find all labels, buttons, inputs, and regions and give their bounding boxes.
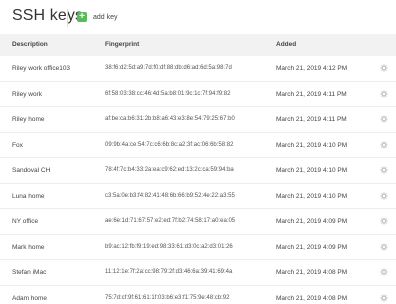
gear-icon[interactable] [380, 115, 388, 123]
table-row[interactable]: Sandoval CH 78:4f:7c:b4:33:2a:ea:c9:62:ed… [0, 158, 396, 184]
gear-icon[interactable] [380, 89, 388, 98]
key-added-date: March 21, 2019 4:09 PM [276, 243, 348, 251]
key-fingerprint: af:be:ca:b6:31:2b:b8:a6:43:e3:8e:54:79:2… [105, 116, 235, 122]
table-header: Description Fingerprint Added [0, 34, 396, 56]
key-description: Adam home [12, 294, 48, 302]
gear-icon[interactable] [380, 242, 388, 251]
table-row[interactable]: Luna home c3:5a:0e:b3:f4:82:41:48:6b:66:b… [0, 184, 396, 209]
key-description: Sandoval CH [12, 167, 51, 174]
table-row[interactable]: Riley home af:be:ca:b6:31:2b:b8:a6:43:e3:… [0, 107, 396, 133]
gear-icon[interactable] [380, 191, 388, 200]
key-fingerprint: 75:7d:cf:9f:61:61:1f:03:b6:e3:f1:75:9e:4… [105, 294, 230, 301]
key-added-date: March 21, 2019 4:08 PM [276, 294, 348, 302]
page-title: SSH keys [12, 7, 84, 24]
key-description: Riley work [12, 90, 42, 98]
key-added-date: March 21, 2019 4:12 PM [276, 65, 348, 72]
gear-icon[interactable] [380, 166, 388, 174]
column-header-fingerprint: Fingerprint [105, 41, 140, 48]
page-header: SSH keys + add key [0, 0, 396, 34]
key-description: Stefan iMac [12, 269, 47, 276]
key-fingerprint: 09:9b:4a:ce:54:7c:c6:6b:8c:a2:3f:ac:06:6… [105, 141, 234, 148]
key-fingerprint: 6f:58:03:38:cc:46:4d:5a:b8:01:9c:1c:7f:9… [105, 90, 231, 97]
add-key-label: add key [93, 13, 118, 21]
gear-icon[interactable] [380, 217, 388, 225]
key-description: NY office [12, 218, 39, 225]
table-row[interactable]: Stefan iMac 11:12:1e:7f:2a:cc:98:79:2f:d3… [0, 260, 396, 286]
key-fingerprint: 38:f6:d2:5d:a9:7d:f0:df:88:db:d6:ad:6d:5… [105, 65, 232, 71]
table-row[interactable]: Riley work office103 38:f6:d2:5d:a9:7d:f0… [0, 56, 396, 82]
table-row[interactable]: Fox 09:9b:4a:ce:54:7c:c6:6b:8c:a2:3f:ac:0… [0, 133, 396, 158]
key-fingerprint: ae:6e:1d:71:67:57:e2:ed:7f:b2:74:58:17:a… [105, 218, 236, 224]
key-fingerprint: 11:12:1e:7f:2a:cc:98:79:2f:d3:46:6a:39:4… [105, 269, 233, 275]
key-description: Luna home [12, 192, 45, 200]
key-description: Riley home [12, 116, 45, 123]
gear-icon[interactable] [380, 64, 388, 72]
plus-icon: + [77, 12, 87, 22]
column-header-added: Added [276, 41, 297, 48]
ssh-keys-list: Riley work office103 38:f6:d2:5d:a9:7d:f0… [0, 56, 396, 304]
key-added-date: March 21, 2019 4:10 PM [276, 192, 348, 200]
key-description: Fox [12, 141, 23, 149]
key-added-date: March 21, 2019 4:10 PM [276, 167, 348, 174]
table-row[interactable]: Mark home b9:ac:12:fb:f9:19:ed:98:33:61:d… [0, 235, 396, 260]
gear-icon[interactable] [380, 293, 388, 302]
key-added-date: March 21, 2019 4:11 PM [276, 116, 347, 123]
key-description: Riley work office103 [12, 65, 71, 72]
key-added-date: March 21, 2019 4:09 PM [276, 218, 348, 225]
key-added-date: March 21, 2019 4:08 PM [276, 269, 348, 276]
key-fingerprint: b9:ac:12:fb:f9:19:ed:98:33:61:d3:0c:a2:d… [105, 243, 233, 250]
add-key-button[interactable]: + add key [77, 11, 118, 23]
table-row[interactable]: Riley work 6f:58:03:38:cc:46:4d:5a:b8:01:… [0, 82, 396, 107]
table-row[interactable]: Adam home 75:7d:cf:9f:61:61:1f:03:b6:e3:f… [0, 286, 396, 304]
key-fingerprint: 78:4f:7c:b4:33:2a:ea:c9:62:ed:13:2c:ca:5… [105, 167, 234, 173]
gear-icon[interactable] [380, 140, 388, 149]
key-description: Mark home [12, 243, 45, 251]
key-added-date: March 21, 2019 4:11 PM [276, 90, 347, 98]
column-header-description: Description [12, 41, 48, 48]
table-row[interactable]: NY office ae:6e:1d:71:67:57:e2:ed:7f:b2:7… [0, 209, 396, 235]
gear-icon[interactable] [380, 268, 388, 276]
key-added-date: March 21, 2019 4:10 PM [276, 141, 348, 149]
key-fingerprint: c3:5a:0e:b3:f4:82:41:48:6b:66:b9:52:4e:2… [105, 192, 235, 199]
title-divider [67, 9, 68, 27]
